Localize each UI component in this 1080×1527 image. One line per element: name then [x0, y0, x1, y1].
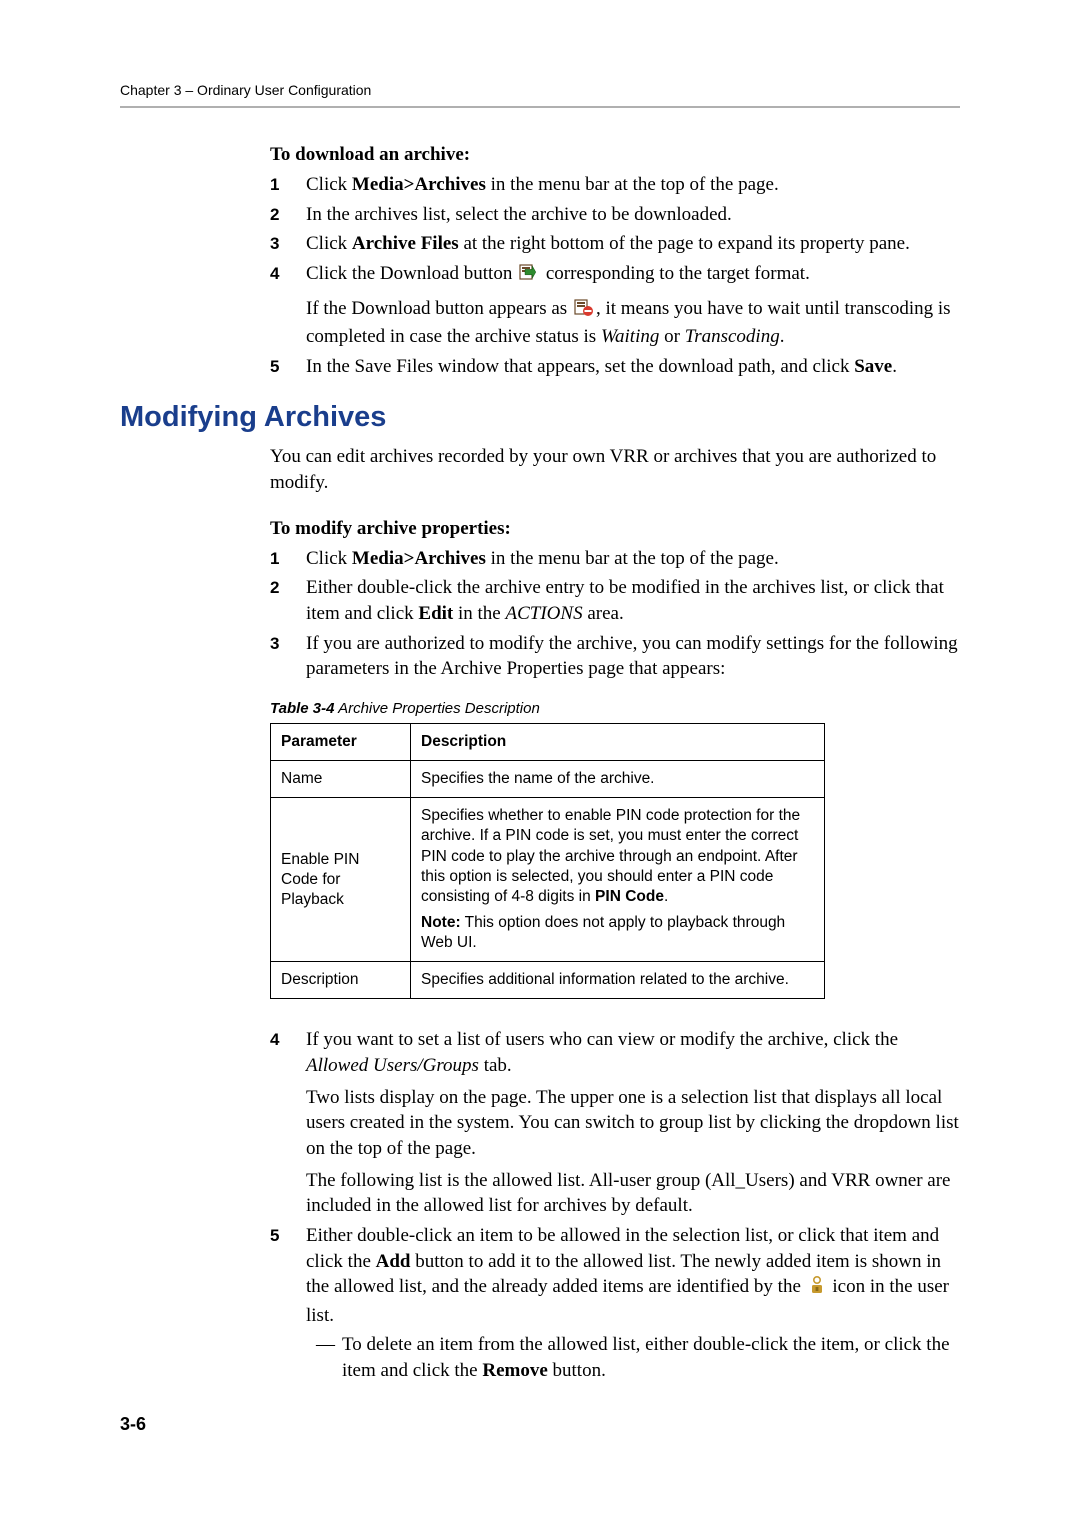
- modify-step-3: If you are authorized to modify the arch…: [270, 631, 960, 682]
- table-row: Name Specifies the name of the archive.: [271, 761, 825, 798]
- modify-steps: Click Media>Archives in the menu bar at …: [270, 546, 960, 682]
- modify-step-5: Either double-click an item to be allowe…: [270, 1223, 960, 1384]
- modify-proc-title: To modify archive properties:: [270, 518, 960, 540]
- download-step-3: Click Archive Files at the right bottom …: [270, 231, 960, 257]
- table-header-row: Parameter Description: [271, 723, 825, 760]
- section-modifying-archives: Modifying Archives: [120, 401, 960, 434]
- col-parameter: Parameter: [271, 723, 411, 760]
- archive-properties-table: Parameter Description Name Specifies the…: [270, 723, 825, 999]
- download-wait-icon: [574, 299, 594, 325]
- modify-step-2: Either double-click the archive entry to…: [270, 575, 960, 626]
- lock-user-icon: [808, 1275, 826, 1303]
- table-row: Description Specifies additional informa…: [271, 962, 825, 999]
- download-step-1: Click Media>Archives in the menu bar at …: [270, 172, 960, 198]
- col-description: Description: [411, 723, 825, 760]
- page-number: 3-6: [120, 1414, 146, 1435]
- table-row: Enable PIN Code for Playback Specifies w…: [271, 798, 825, 962]
- download-step-4: Click the Download button corresponding …: [270, 261, 960, 350]
- header-rule: [120, 106, 960, 108]
- download-proc-title: To download an archive:: [270, 144, 960, 166]
- download-steps: Click Media>Archives in the menu bar at …: [270, 172, 960, 379]
- modify-step-4: If you want to set a list of users who c…: [270, 1027, 960, 1218]
- download-arrow-icon: [519, 264, 539, 290]
- modify-step-1: Click Media>Archives in the menu bar at …: [270, 546, 960, 572]
- table-caption: Table 3-4 Archive Properties Description: [270, 700, 960, 717]
- modify-steps-cont: If you want to set a list of users who c…: [270, 1027, 960, 1383]
- modify-step-5-substep: To delete an item from the allowed list,…: [306, 1332, 960, 1383]
- download-step-5: In the Save Files window that appears, s…: [270, 354, 960, 380]
- modify-intro: You can edit archives recorded by your o…: [270, 444, 960, 495]
- download-step-2: In the archives list, select the archive…: [270, 202, 960, 228]
- chapter-header: Chapter 3 – Ordinary User Configuration: [120, 82, 960, 98]
